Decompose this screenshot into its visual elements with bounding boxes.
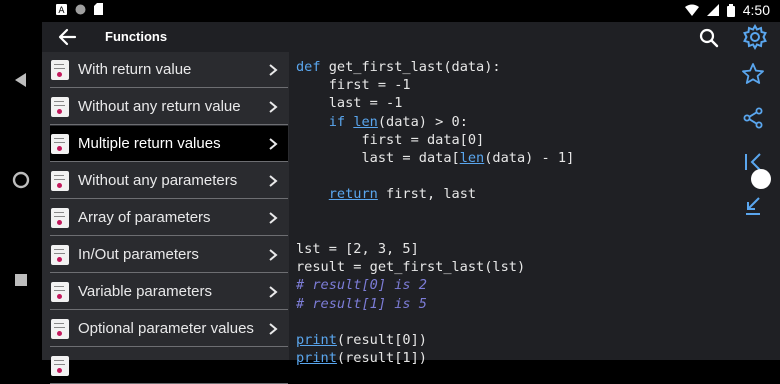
tool-rail bbox=[724, 52, 780, 360]
svg-text:A: A bbox=[58, 6, 65, 15]
code-file-icon bbox=[51, 133, 69, 154]
code-file-icon bbox=[51, 281, 69, 302]
list-item[interactable]: Without any return value bbox=[50, 89, 288, 125]
code-file-icon bbox=[51, 244, 69, 265]
a-icon: A bbox=[56, 3, 67, 15]
battery-icon bbox=[726, 3, 735, 17]
code-line: last = -1 bbox=[296, 95, 403, 112]
chevron-right-icon bbox=[269, 211, 278, 224]
code-line: first = -1 bbox=[296, 77, 411, 94]
list-item[interactable]: With return value bbox=[50, 52, 288, 88]
app-bar: Functions bbox=[42, 22, 780, 52]
circle-home-icon bbox=[12, 171, 30, 189]
chevron-right-icon bbox=[269, 137, 278, 150]
code-line: lst = [2, 3, 5] bbox=[296, 241, 419, 257]
code-line: last = data[len(data) - 1] bbox=[296, 150, 575, 166]
code-line: # result[1] is 5 bbox=[296, 295, 427, 312]
code-line: result = get_first_last(lst) bbox=[296, 259, 526, 276]
scroll-to-bottom-icon[interactable] bbox=[741, 194, 765, 218]
chevron-right-icon bbox=[269, 248, 278, 261]
signal-icon bbox=[706, 4, 719, 16]
chevron-right-icon bbox=[269, 285, 278, 298]
code-viewer: def get_first_last(data): first = -1 las… bbox=[289, 52, 724, 366]
fast-scroll-thumb[interactable] bbox=[751, 169, 771, 189]
code-line: return first, last bbox=[328, 186, 477, 203]
code-line: def get_first_last(data): bbox=[296, 59, 501, 75]
list-item[interactable] bbox=[50, 348, 288, 384]
chevron-right-icon bbox=[269, 322, 278, 335]
list-item-label: Without any parameters bbox=[78, 172, 238, 189]
list-item-label: Array of parameters bbox=[78, 209, 211, 226]
wifi-icon bbox=[684, 4, 699, 16]
chevron-right-icon bbox=[269, 174, 278, 187]
system-nav-bar bbox=[0, 0, 42, 360]
code-file-icon bbox=[51, 207, 69, 228]
triangle-back-icon bbox=[15, 73, 26, 87]
sd-card-icon bbox=[94, 3, 103, 15]
page-title: Functions bbox=[105, 29, 168, 44]
list-item[interactable]: Multiple return values bbox=[50, 126, 288, 162]
list-item[interactable]: Variable parameters bbox=[50, 274, 288, 310]
star-icon[interactable] bbox=[741, 62, 765, 86]
arrow-left-icon[interactable] bbox=[56, 26, 78, 48]
code-line: first = data[0] bbox=[296, 131, 485, 148]
code-line: print(result[1]) bbox=[296, 350, 427, 367]
code-file-icon bbox=[51, 318, 69, 339]
status-time: 4:50 bbox=[742, 2, 770, 18]
list-item-label: Multiple return values bbox=[78, 135, 221, 152]
code-line: # result[0] is 2 bbox=[296, 277, 427, 294]
list-item-label: With return value bbox=[78, 61, 192, 78]
list-item-label: Without any return value bbox=[78, 98, 241, 115]
gear-icon[interactable] bbox=[742, 24, 768, 50]
code-file-icon bbox=[51, 170, 69, 191]
square-recents-icon bbox=[15, 274, 27, 286]
share-icon[interactable] bbox=[741, 106, 765, 130]
system-home-button[interactable] bbox=[0, 168, 42, 192]
code-file-icon bbox=[51, 96, 69, 117]
list-item[interactable]: Optional parameter values bbox=[50, 311, 288, 347]
topic-list: With return value Without any return valu… bbox=[42, 52, 289, 384]
list-item[interactable]: Without any parameters bbox=[50, 163, 288, 199]
search-icon[interactable] bbox=[698, 27, 720, 49]
chevron-right-icon bbox=[269, 100, 278, 113]
system-recents-button[interactable] bbox=[0, 268, 42, 292]
list-item-label: Optional parameter values bbox=[78, 320, 254, 337]
code-line: print(result[0]) bbox=[296, 332, 427, 348]
code-file-icon bbox=[51, 59, 69, 80]
list-item[interactable]: Array of parameters bbox=[50, 200, 288, 236]
list-item[interactable]: In/Out parameters bbox=[50, 237, 288, 273]
system-back-button[interactable] bbox=[0, 68, 42, 92]
list-item-label: In/Out parameters bbox=[78, 246, 199, 263]
chevron-right-icon bbox=[269, 63, 278, 76]
status-bar: A 4:50 bbox=[42, 0, 780, 22]
code-line: if len(data) > 0: bbox=[328, 113, 468, 130]
code-file-icon bbox=[51, 355, 69, 376]
circle-icon bbox=[75, 4, 86, 14]
list-item-label: Variable parameters bbox=[78, 283, 212, 300]
